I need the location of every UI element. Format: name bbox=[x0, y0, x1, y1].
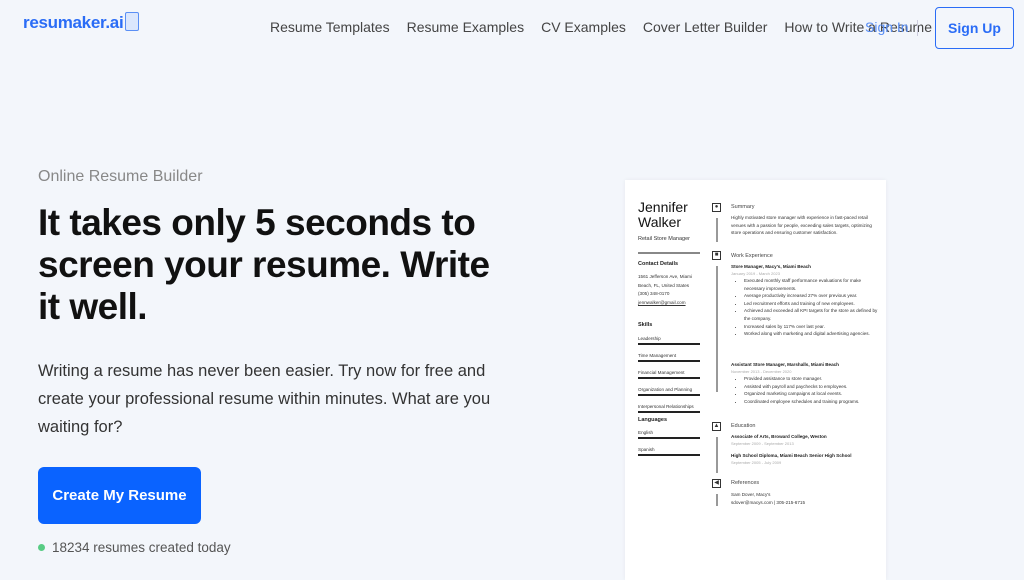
timeline-line bbox=[716, 494, 718, 506]
contact-details: 1561 Jefferson Ave, Miami Beach, FL, Unit… bbox=[638, 274, 692, 305]
resume-name: Jennifer Walker bbox=[638, 199, 688, 230]
timeline-line bbox=[716, 218, 718, 242]
sign-up-button[interactable]: Sign Up bbox=[935, 7, 1014, 49]
resume-role: Retail Store Manager bbox=[638, 236, 690, 242]
nav-links: Resume Templates Resume Examples CV Exam… bbox=[270, 19, 949, 35]
education-title: Education bbox=[731, 423, 756, 429]
contact-title: Contact Details bbox=[638, 261, 679, 267]
person-icon: ● bbox=[712, 203, 721, 212]
education-item: High School Diploma, Miami Beach Senior … bbox=[731, 453, 852, 458]
create-resume-button[interactable]: Create My Resume bbox=[38, 467, 201, 524]
job-date: November 2013 - December 2020 bbox=[731, 369, 792, 374]
job-bullets: Executed monthly staff performance evalu… bbox=[737, 277, 882, 338]
hero-subtitle: Writing a resume has never been easier. … bbox=[38, 362, 491, 436]
top-nav: resumaker.ai Resume Templates Resume Exa… bbox=[0, 0, 1024, 56]
resume-logo-icon bbox=[125, 12, 140, 31]
hero-title: It takes only 5 seconds to screen your r… bbox=[38, 202, 490, 327]
nav-resume-templates[interactable]: Resume Templates bbox=[270, 19, 390, 35]
status-dot-icon bbox=[38, 544, 45, 551]
skills-list: Leadership Time Management Financial Man… bbox=[638, 336, 700, 421]
divider bbox=[917, 20, 918, 36]
work-title: Work Experience bbox=[731, 253, 773, 259]
reference-name: Sam Dover, Macy's bbox=[731, 492, 771, 497]
timeline-line bbox=[716, 266, 718, 392]
education-date: September 2009 - September 2013 bbox=[731, 441, 794, 446]
resume-count: 18234 resumes created today bbox=[38, 540, 231, 555]
languages-list: English Spanish bbox=[638, 430, 700, 464]
reference-contact: sdover@macys.com | 305-215-6715 bbox=[731, 500, 806, 505]
nav-how-to-write[interactable]: How to Write a Resume bbox=[784, 19, 932, 35]
job-date: January 2019 - March 2023 bbox=[731, 271, 780, 276]
resume-preview: Jennifer Walker Retail Store Manager Cont… bbox=[625, 180, 886, 580]
count-text: 18234 resumes created today bbox=[52, 540, 231, 555]
job-title: Store Manager, Macy's, Miami Beach bbox=[731, 264, 811, 269]
education-date: September 2005 - July 2009 bbox=[731, 460, 782, 465]
timeline-line bbox=[716, 437, 718, 473]
briefcase-icon: ■ bbox=[712, 251, 721, 260]
sign-in-link[interactable]: Sign In bbox=[865, 19, 909, 35]
references-title: References bbox=[731, 480, 760, 486]
megaphone-icon: ◀ bbox=[712, 479, 721, 488]
nav-resume-examples[interactable]: Resume Examples bbox=[407, 19, 525, 35]
nav-cover-letter-builder[interactable]: Cover Letter Builder bbox=[643, 19, 768, 35]
summary-title: Summary bbox=[731, 204, 755, 210]
logo[interactable]: resumaker.ai bbox=[23, 12, 140, 33]
job-bullets: Provided assistance to store manager.Ass… bbox=[737, 375, 882, 405]
skills-title: Skills bbox=[638, 322, 653, 328]
summary-text: Highly motivated store manager with expe… bbox=[731, 215, 872, 235]
nav-cv-examples[interactable]: CV Examples bbox=[541, 19, 626, 35]
eyebrow: Online Resume Builder bbox=[38, 168, 203, 185]
graduation-cap-icon: ▲ bbox=[712, 422, 721, 431]
education-item: Associate of Arts, Broward College, West… bbox=[731, 434, 827, 439]
languages-title: Languages bbox=[638, 417, 668, 423]
job-title: Assistant Store Manager, Marshalls, Miam… bbox=[731, 362, 839, 367]
divider bbox=[638, 252, 700, 254]
logo-text: resumaker.ai bbox=[23, 13, 124, 32]
